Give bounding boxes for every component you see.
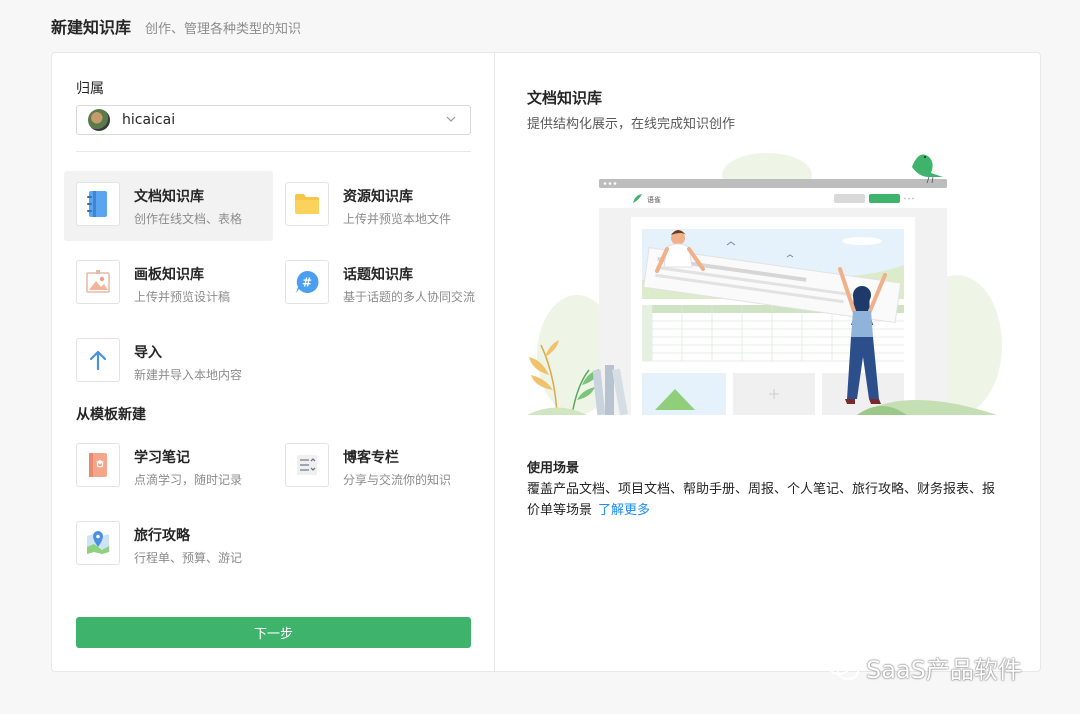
- type-item-import[interactable]: 导入 新建并导入本地内容: [64, 327, 273, 397]
- type-icon-box: [76, 260, 120, 304]
- image-board-icon: [86, 270, 110, 293]
- type-name: 文档知识库: [134, 189, 204, 205]
- type-icon-box: #: [285, 260, 329, 304]
- usage-scene-desc: 覆盖产品文档、项目文档、帮助手册、周报、个人笔记、旅行攻略、财务报表、报价单等场…: [527, 479, 1007, 521]
- template-item-blog[interactable]: 博客专栏 分享与交流你的知识: [273, 432, 482, 502]
- owner-name: hicaicai: [122, 112, 176, 128]
- type-desc: 上传并预览本地文件: [343, 212, 452, 226]
- template-name: 学习笔记: [134, 450, 190, 466]
- chevron-down-icon: [446, 116, 456, 122]
- template-item-travel[interactable]: 旅行攻略 行程单、预算、游记: [64, 510, 273, 580]
- illustration-app-name: 语雀: [647, 195, 661, 204]
- type-item-board[interactable]: 画板知识库 上传并预览设计稿: [64, 249, 273, 319]
- owner-label: 归属: [76, 81, 104, 97]
- template-desc: 分享与交流你的知识: [343, 473, 452, 487]
- template-item-study-notes[interactable]: 学习笔记 点滴学习，随时记录: [64, 432, 273, 502]
- page-header: 新建知识库 创作、管理各种类型的知识: [51, 14, 301, 38]
- type-icon-box: [76, 338, 120, 382]
- type-selection-panel: 归属 hicaicai 文档知识库 创作在线文档、表格 资源知识库 上传并预览本…: [52, 53, 495, 671]
- usage-scene-title: 使用场景: [527, 461, 580, 476]
- page-title: 新建知识库: [51, 18, 132, 37]
- template-icon-box: [76, 521, 120, 565]
- avatar: [88, 109, 110, 131]
- map-pin-icon: [87, 531, 109, 554]
- template-icon-box: [285, 443, 329, 487]
- template-section-label: 从模板新建: [76, 407, 146, 423]
- type-icon-box: [76, 182, 120, 226]
- type-name: 导入: [134, 345, 162, 361]
- create-knowledge-base-card: 归属 hicaicai 文档知识库 创作在线文档、表格 资源知识库 上传并预览本…: [51, 52, 1041, 672]
- svg-text:#: #: [302, 276, 312, 290]
- notebook-icon: [89, 453, 107, 477]
- type-desc: 创作在线文档、表格: [134, 212, 243, 226]
- document-book-icon: [87, 191, 107, 217]
- template-name: 旅行攻略: [134, 528, 190, 544]
- wechat-icon: [827, 654, 859, 680]
- owner-select[interactable]: hicaicai: [76, 105, 471, 135]
- template-icon-box: [76, 443, 120, 487]
- next-step-button[interactable]: 下一步: [76, 617, 471, 648]
- folder-icon: [295, 194, 319, 214]
- type-detail-panel: 文档知识库 提供结构化展示，在线完成知识创作 语雀 使用场景 覆盖产品文档、项目…: [495, 53, 1040, 671]
- watermark-text: SaaS产品软件: [866, 656, 1022, 684]
- type-name: 资源知识库: [343, 189, 413, 205]
- arrow-up-icon: [89, 350, 107, 371]
- watermark: SaaS产品软件: [826, 650, 1022, 685]
- doc-knowledge-base-illustration: 语雀: [527, 153, 1002, 416]
- template-desc: 点滴学习，随时记录: [134, 473, 243, 487]
- blog-list-icon: [297, 455, 317, 475]
- type-name: 话题知识库: [343, 267, 413, 283]
- type-item-topic[interactable]: # 话题知识库 基于话题的多人协同交流: [273, 249, 482, 319]
- template-name: 博客专栏: [343, 450, 399, 466]
- divider: [76, 151, 471, 152]
- hashtag-chat-icon: #: [296, 270, 319, 293]
- detail-desc: 提供结构化展示，在线完成知识创作: [527, 117, 736, 132]
- type-desc: 上传并预览设计稿: [134, 290, 231, 304]
- type-item-doc[interactable]: 文档知识库 创作在线文档、表格: [64, 171, 273, 241]
- template-desc: 行程单、预算、游记: [134, 551, 243, 565]
- type-item-resource[interactable]: 资源知识库 上传并预览本地文件: [273, 171, 482, 241]
- page-subtitle: 创作、管理各种类型的知识: [145, 22, 302, 37]
- type-desc: 新建并导入本地内容: [134, 368, 243, 382]
- type-icon-box: [285, 182, 329, 226]
- type-name: 画板知识库: [134, 267, 204, 283]
- type-desc: 基于话题的多人协同交流: [343, 290, 476, 304]
- detail-title: 文档知识库: [527, 89, 603, 107]
- learn-more-link[interactable]: 了解更多: [598, 503, 650, 518]
